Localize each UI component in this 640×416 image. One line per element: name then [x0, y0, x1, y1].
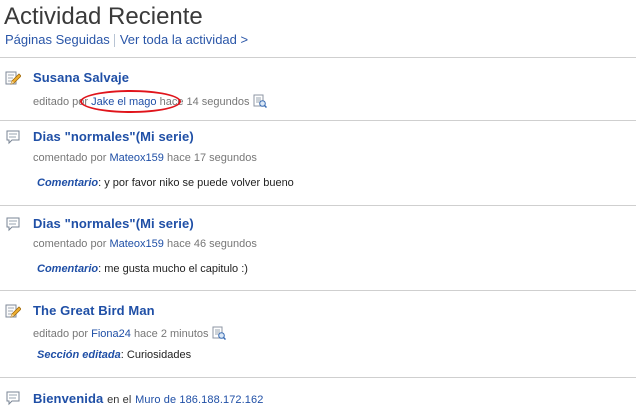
followed-pages-link[interactable]: Páginas Seguidas — [5, 32, 110, 47]
detail-label: Comentario — [37, 263, 99, 275]
page-title: Actividad Reciente — [4, 3, 203, 30]
diff-icon[interactable] — [253, 94, 267, 108]
item-title-link[interactable]: The Great Bird Man — [33, 303, 155, 318]
activity-subnav: Páginas Seguidas Ver toda la actividad > — [5, 32, 248, 48]
meta-action: comentado por — [33, 238, 107, 250]
divider — [0, 377, 636, 378]
user-link[interactable]: Fiona24 — [91, 328, 131, 340]
item-detail: Sección editada: Curiosidades — [37, 349, 191, 361]
divider — [0, 57, 636, 58]
meta-time: hace 14 segundos — [159, 96, 250, 108]
meta-action: editado por — [33, 96, 89, 108]
subnav-separator — [113, 34, 115, 48]
meta-time: hace 46 segundos — [166, 238, 257, 250]
edit-icon — [5, 71, 21, 85]
user-link[interactable]: Jake el mago — [91, 96, 156, 108]
wall-link[interactable]: Muro de 186.188.172.162 — [135, 394, 263, 406]
comment-icon — [6, 391, 20, 406]
item-title-link[interactable]: Dias "normales"(Mi serie) — [33, 216, 194, 231]
item-meta: comentado por Mateox159 hace 46 segundos — [33, 238, 257, 250]
see-all-activity-link[interactable]: Ver toda la actividad > — [120, 32, 248, 47]
detail-label: Sección editada — [37, 349, 121, 361]
item-detail: Comentario: me gusta mucho el capitulo :… — [37, 263, 248, 275]
detail-text: : me gusta mucho el capitulo :) — [98, 263, 248, 275]
meta-time: hace 2 minutos — [133, 328, 209, 340]
meta-action: editado por — [33, 328, 89, 340]
detail-label: Comentario — [37, 177, 99, 189]
item-meta: comentado por Mateox159 hace 17 segundos — [33, 152, 257, 164]
item-detail: Comentario: y por favor niko se puede vo… — [37, 177, 294, 189]
comment-icon — [6, 130, 20, 145]
comment-icon — [6, 217, 20, 232]
meta-time: hace 17 segundos — [166, 152, 257, 164]
item-meta: editado por Jake el mago hace 14 segundo… — [33, 94, 267, 108]
detail-text: : y por favor niko se puede volver bueno — [98, 177, 294, 189]
item-title-link[interactable]: Dias "normales"(Mi serie) — [33, 129, 194, 144]
divider — [0, 205, 636, 206]
divider — [0, 120, 636, 121]
meta-action: comentado por — [33, 152, 107, 164]
detail-text: : Curiosidades — [120, 349, 192, 361]
item-title-row: Bienvenida en el Muro de 186.188.172.162 — [33, 391, 263, 406]
edit-icon — [5, 304, 21, 318]
item-inline-text: en el — [107, 394, 132, 406]
item-title-link[interactable]: Bienvenida — [33, 391, 103, 406]
item-title-link[interactable]: Susana Salvaje — [33, 70, 129, 85]
user-link[interactable]: Mateox159 — [109, 152, 163, 164]
diff-icon[interactable] — [212, 326, 226, 340]
item-meta: editado por Fiona24 hace 2 minutos — [33, 326, 226, 340]
recent-activity-module: Actividad Reciente Páginas Seguidas Ver t… — [0, 0, 640, 416]
divider — [0, 290, 636, 291]
user-link[interactable]: Mateox159 — [109, 238, 163, 250]
